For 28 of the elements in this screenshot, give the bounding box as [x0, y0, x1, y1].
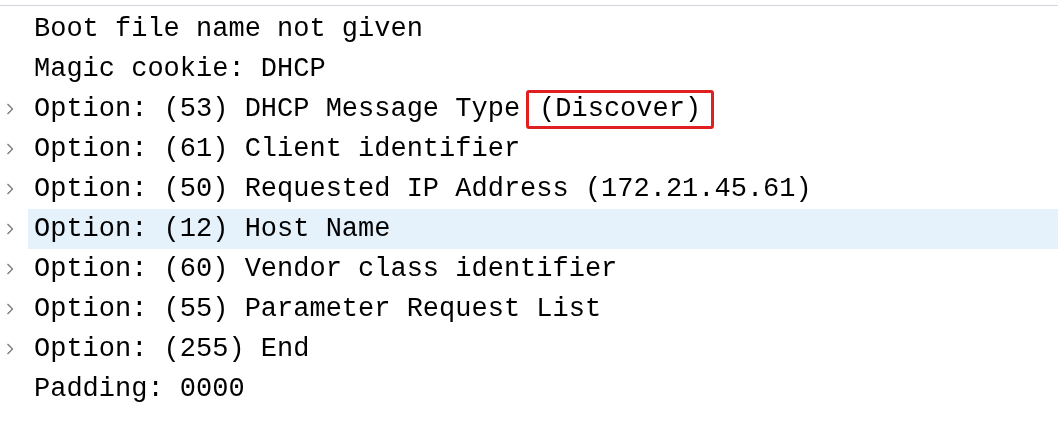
- row-text: Option: (255) End: [34, 335, 310, 363]
- expand-chevron-icon[interactable]: [6, 223, 14, 235]
- tree-row[interactable]: Option: (50) Requested IP Address (172.21.45.61): [28, 169, 1058, 209]
- tree-row[interactable]: Option: (12) Host Name: [28, 209, 1058, 249]
- tree-row[interactable]: Option: (60) Vendor class identifier: [28, 249, 1058, 289]
- tree-row[interactable]: Magic cookie: DHCP: [28, 49, 1058, 89]
- row-text: Padding: 0000: [34, 375, 245, 403]
- row-text: Option: (60) Vendor class identifier: [34, 255, 618, 283]
- row-text: Option: (55) Parameter Request List: [34, 295, 602, 323]
- highlighted-text: (Discover): [526, 89, 715, 129]
- expand-chevron-icon[interactable]: [6, 343, 14, 355]
- expand-chevron-icon[interactable]: [6, 143, 14, 155]
- row-text: Boot file name not given: [34, 15, 423, 43]
- expand-chevron-icon[interactable]: [6, 303, 14, 315]
- row-text: Option: (53) DHCP Message Type: [34, 95, 521, 123]
- tree-row[interactable]: Option: (61) Client identifier: [28, 129, 1058, 169]
- expand-chevron-icon[interactable]: [6, 103, 14, 115]
- tree-row[interactable]: Boot file name not given: [28, 9, 1058, 49]
- row-text: Option: (50) Requested IP Address (172.21.45.61): [34, 175, 812, 203]
- tree-row[interactable]: Padding: 0000: [28, 369, 1058, 409]
- row-text: Magic cookie: DHCP: [34, 55, 326, 83]
- tree-row[interactable]: Option: (53) DHCP Message Type (Discover): [28, 89, 1058, 129]
- expand-chevron-icon[interactable]: [6, 183, 14, 195]
- expand-chevron-icon[interactable]: [6, 263, 14, 275]
- tree-row[interactable]: Option: (255) End: [28, 329, 1058, 369]
- row-text: Option: (61) Client identifier: [34, 135, 521, 163]
- tree-row[interactable]: Option: (55) Parameter Request List: [28, 289, 1058, 329]
- row-text: Option: (12) Host Name: [34, 215, 391, 243]
